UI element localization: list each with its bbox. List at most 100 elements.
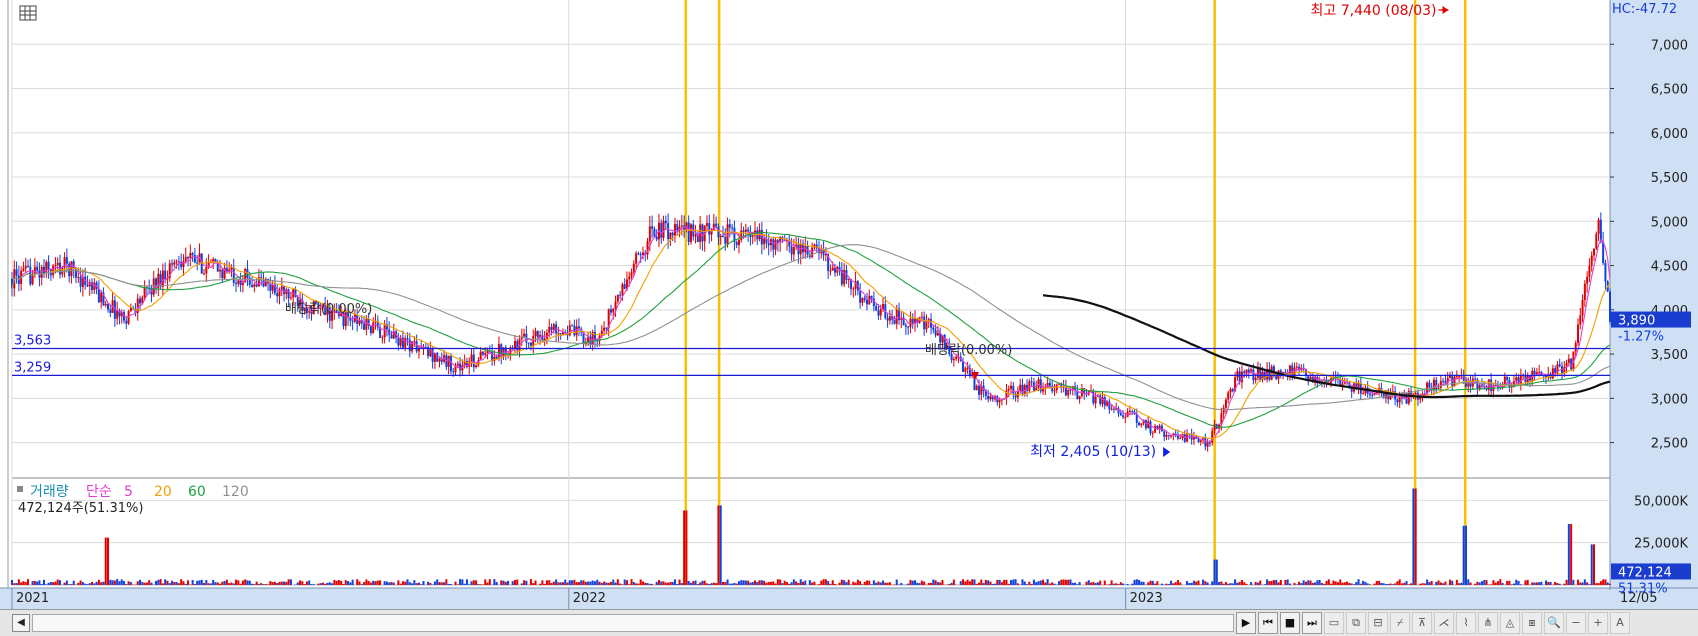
toolbar-button-17[interactable]: A bbox=[1610, 612, 1630, 634]
volume-bar bbox=[472, 580, 475, 585]
toolbar-button-15[interactable]: − bbox=[1566, 612, 1586, 634]
volume-bar bbox=[1389, 583, 1392, 585]
candle-body bbox=[1309, 376, 1312, 380]
volume-bar bbox=[1218, 582, 1221, 585]
volume-bar bbox=[38, 580, 41, 585]
candle-body bbox=[1554, 368, 1557, 374]
volume-bar bbox=[1286, 579, 1289, 585]
volume-bar bbox=[623, 579, 626, 585]
volume-bar bbox=[454, 581, 457, 585]
volume-bar bbox=[756, 582, 759, 585]
time-tick-label: 2021 bbox=[16, 591, 49, 606]
volume-bar bbox=[1549, 582, 1552, 585]
volume-bar bbox=[971, 579, 974, 585]
volume-bar bbox=[868, 580, 871, 585]
volume-bar bbox=[253, 584, 256, 585]
candle-body bbox=[139, 298, 142, 304]
volume-bar bbox=[507, 580, 510, 585]
volume-bar bbox=[1346, 581, 1349, 585]
candle-body bbox=[1012, 385, 1015, 394]
volume-bar bbox=[1586, 582, 1589, 585]
volume-bar bbox=[1384, 584, 1387, 585]
volume-bar bbox=[1142, 581, 1145, 585]
toolbar-button-10[interactable]: ⌇ bbox=[1456, 612, 1476, 634]
candle-body bbox=[1007, 388, 1010, 391]
toolbar-button-16[interactable]: + bbox=[1588, 612, 1608, 634]
volume-bar bbox=[822, 579, 825, 585]
volume-bar bbox=[1311, 582, 1314, 585]
volume-bar bbox=[1268, 581, 1271, 585]
candle-body bbox=[219, 269, 222, 272]
toolbar-button-7[interactable]: ⌿ bbox=[1390, 612, 1410, 634]
volume-bar bbox=[287, 579, 290, 585]
volume-bar bbox=[1405, 580, 1408, 585]
volume-bar bbox=[1572, 579, 1575, 585]
volume-bar bbox=[566, 582, 569, 585]
toolbar-button-2[interactable]: ■ bbox=[1280, 612, 1300, 634]
candle-body bbox=[415, 341, 418, 352]
toolbar-button-11[interactable]: ⋔ bbox=[1478, 612, 1498, 634]
volume-bar bbox=[56, 579, 59, 585]
candle-body bbox=[1122, 415, 1125, 418]
candle-body bbox=[97, 288, 100, 303]
toolbar-button-4[interactable]: ▭ bbox=[1324, 612, 1344, 634]
current-price-label: 3,890 bbox=[1618, 314, 1655, 329]
volume-bar bbox=[1423, 583, 1426, 585]
volume-bar bbox=[27, 579, 30, 585]
candle-body bbox=[283, 286, 286, 295]
candle-body bbox=[1236, 371, 1239, 378]
chart-scrollbar[interactable]: ◀ ▶ ⏮ ■ ⏭ ▭ ⧉ ⊟ ⌿ ⊼ ⋌ ⌇ ⋔ ◬ ⧆ 🔍 − + A bbox=[0, 609, 1698, 636]
volume-bar bbox=[257, 584, 260, 585]
toolbar-button-9[interactable]: ⋌ bbox=[1434, 612, 1454, 634]
toolbar-button-13[interactable]: ⧆ bbox=[1522, 612, 1542, 634]
volume-bar bbox=[1316, 580, 1319, 585]
toolbar-button-14[interactable]: 🔍 bbox=[1544, 612, 1564, 634]
volume-bar bbox=[1485, 580, 1488, 585]
toolbar-button-12[interactable]: ◬ bbox=[1500, 612, 1520, 634]
price-tick-label: 5,000 bbox=[1651, 215, 1688, 230]
candle-body bbox=[1551, 368, 1554, 379]
toolbar-button-0[interactable]: ▶ bbox=[1236, 612, 1256, 634]
candle-body bbox=[1396, 399, 1399, 403]
volume-bar bbox=[303, 584, 306, 585]
volume-bar bbox=[376, 580, 379, 585]
volume-bar bbox=[301, 581, 304, 585]
level-label: 3,563 bbox=[14, 333, 51, 348]
volume-bar bbox=[1462, 525, 1465, 585]
candle-body bbox=[109, 309, 112, 313]
toolbar-button-1[interactable]: ⏮ bbox=[1258, 612, 1278, 634]
candle-body bbox=[1067, 389, 1070, 396]
volume-bar bbox=[438, 582, 441, 585]
scroll-left-button[interactable]: ◀ bbox=[12, 614, 30, 632]
volume-bar bbox=[196, 580, 199, 585]
toolbar-button-5[interactable]: ⧉ bbox=[1346, 612, 1366, 634]
volume-bar bbox=[1222, 583, 1225, 585]
volume-bar bbox=[1243, 582, 1246, 585]
volume-bar bbox=[1400, 583, 1403, 585]
volume-bar bbox=[875, 582, 878, 585]
volume-bar bbox=[856, 579, 859, 585]
candle-body bbox=[790, 246, 793, 255]
candle-body bbox=[742, 230, 745, 232]
current-volume-pct: 51.31% bbox=[1618, 581, 1668, 596]
volume-bar bbox=[651, 583, 654, 585]
toolbar-button-6[interactable]: ⊟ bbox=[1368, 612, 1388, 634]
volume-bar bbox=[561, 582, 564, 585]
volume-bar bbox=[609, 581, 612, 585]
volume-bar bbox=[36, 581, 39, 585]
candle-body bbox=[363, 323, 366, 330]
volume-bar bbox=[1350, 583, 1353, 585]
candle-body bbox=[1588, 265, 1591, 277]
hc-label: HC:-47.72 bbox=[1612, 2, 1677, 17]
volume-bar bbox=[742, 580, 745, 585]
candle-body bbox=[1533, 370, 1536, 375]
scroll-track[interactable] bbox=[32, 614, 1234, 632]
volume-bar bbox=[1554, 581, 1557, 585]
volume-bar bbox=[129, 582, 132, 585]
candle-body bbox=[550, 326, 553, 330]
volume-bar bbox=[795, 581, 798, 585]
toolbar-button-8[interactable]: ⊼ bbox=[1412, 612, 1432, 634]
volume-bar bbox=[564, 579, 567, 585]
volume-bar bbox=[616, 579, 619, 585]
toolbar-button-3[interactable]: ⏭ bbox=[1302, 612, 1322, 634]
